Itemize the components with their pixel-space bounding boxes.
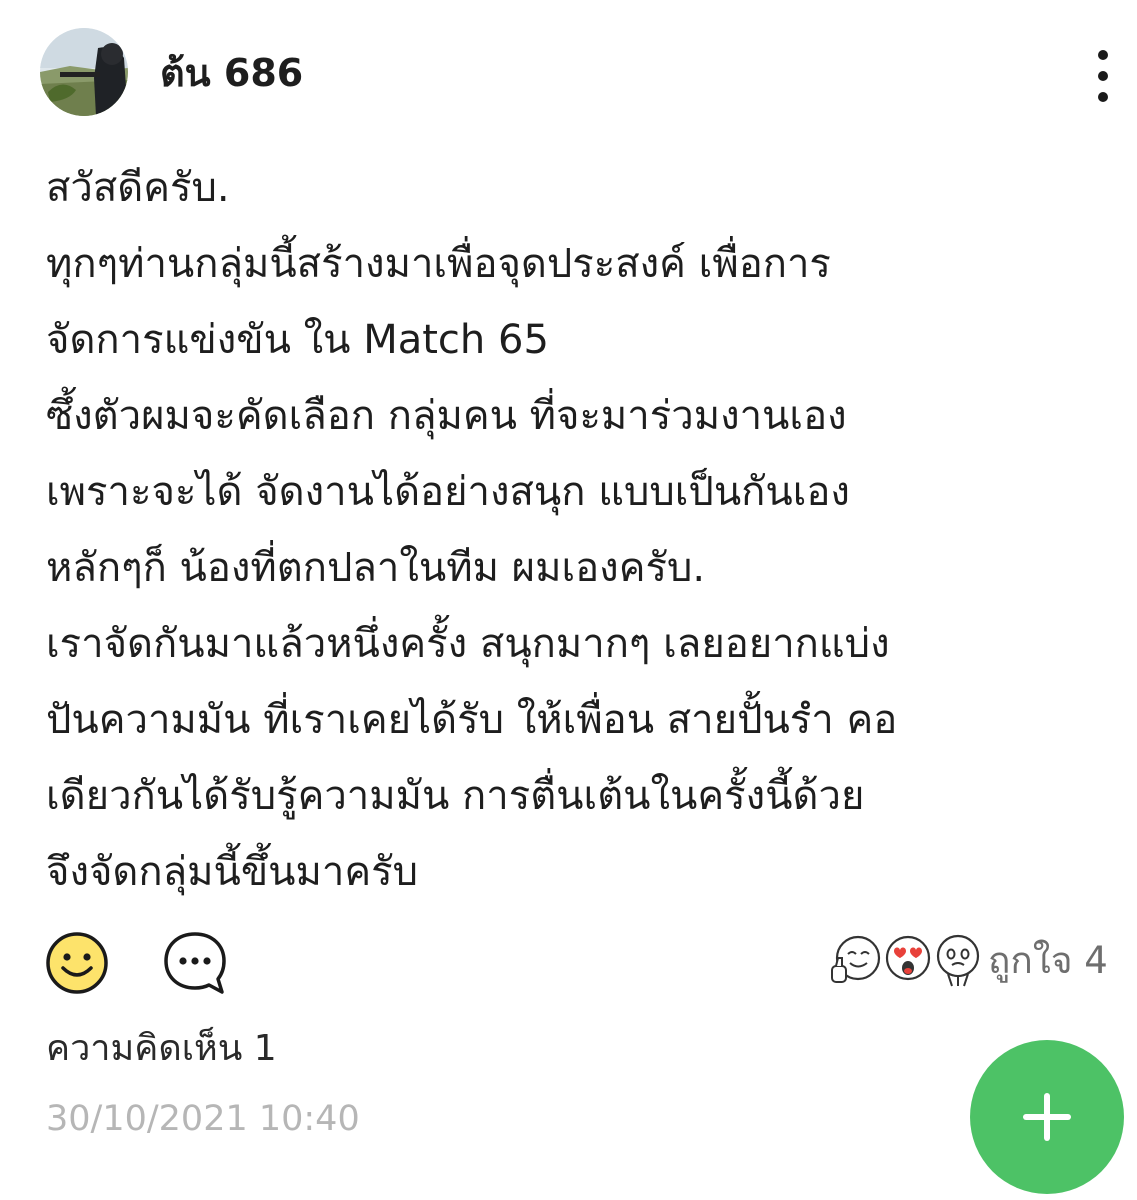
post-body-line: จัดการแข่งขัน ใน Match 65 [46,317,549,363]
reactions-summary[interactable]: ถูกใจ 4 [828,932,1128,992]
like-count[interactable]: ถูกใจ 4 [988,936,1108,986]
post-timestamp: 30/10/2021 10:40 [46,1099,360,1139]
post-body-line: สวัสดีครับ. [46,165,230,211]
post-body-line: เดียวกันได้รับรู้ความมัน การตื่นเต้นในคร… [46,773,865,819]
post-header: ต้น 686 [40,28,1120,118]
author-avatar[interactable] [40,28,128,116]
heart-eyes-face-icon [880,932,936,988]
author-name[interactable]: ต้น 686 [160,48,303,98]
comments-count[interactable]: ความคิดเห็น 1 [46,1024,277,1074]
post-body: สวัสดีครับ. ทุกๆท่านกลุ่มนี้สร้างมาเพื่อ… [46,150,1121,910]
smiley-icon[interactable] [44,930,110,996]
crying-face-icon [930,932,986,988]
post-body-line: ปันความมัน ที่เราเคยได้รับ ให้เพื่อน สาย… [46,697,898,743]
comment-bubble-icon[interactable] [162,930,228,996]
post-body-line: เราจัดกันมาแล้วหนึ่งครั้ง สนุกมากๆ เลยอย… [46,621,890,667]
post-body-line: ซึ้งตัวผมจะคัดเลือก กลุ่มคน ที่จะมาร่วมง… [46,393,847,439]
plus-icon [1023,1093,1071,1141]
thumbs-up-face-icon [828,932,884,988]
post-body-line: เพราะจะได้ จัดงานได้อย่างสนุก แบบเป็นกัน… [46,469,850,515]
post-body-line: ทุกๆท่านกลุ่มนี้สร้างมาเพื่อจุดประสงค์ เ… [46,241,831,287]
post-body-line: หลักๆก็ น้องที่ตกปลาในทีม ผมเองครับ. [46,545,706,591]
more-options-icon[interactable] [1086,48,1120,104]
add-post-button[interactable] [970,1040,1124,1194]
post-body-line: จึงจัดกลุ่มนี้ขึ้นมาครับ [46,849,418,895]
